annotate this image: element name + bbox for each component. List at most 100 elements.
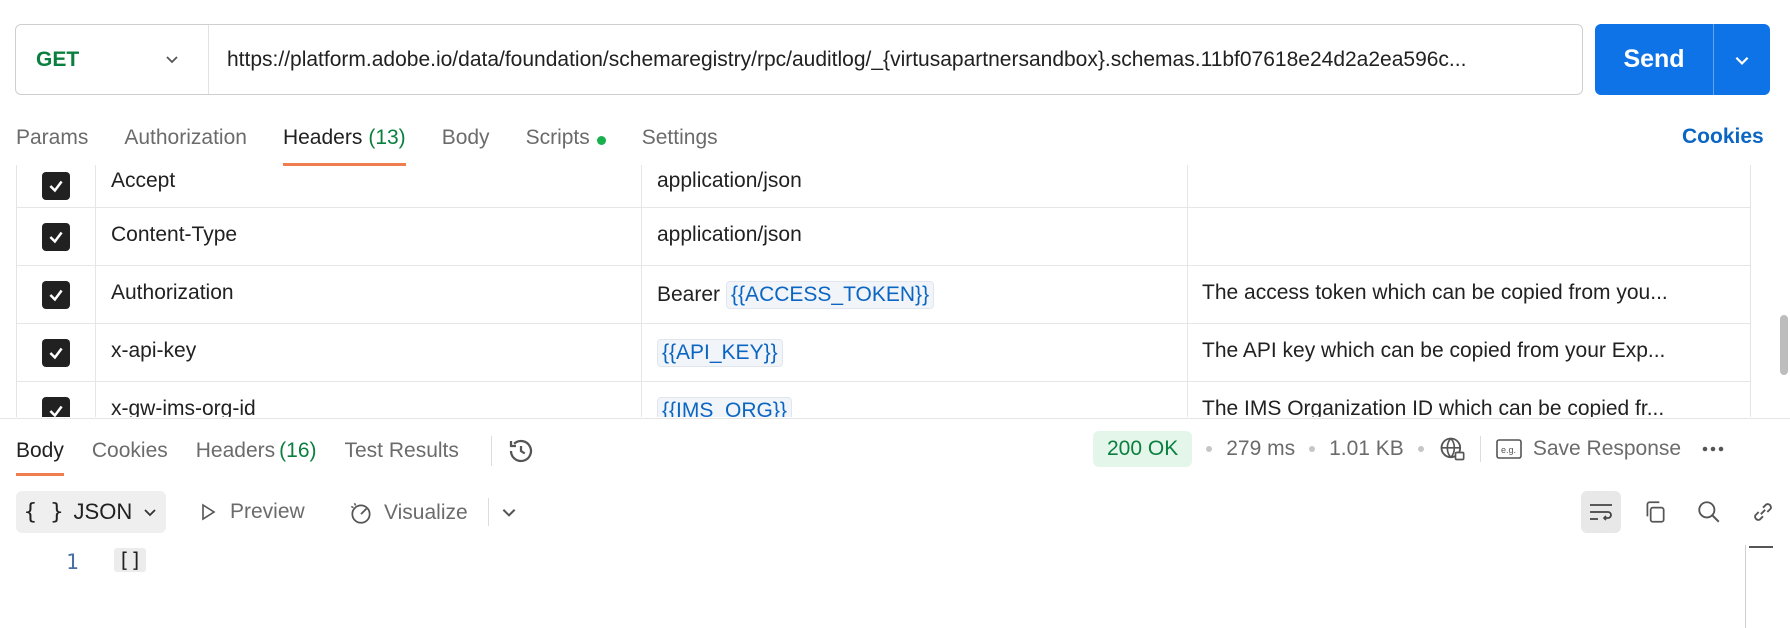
tab-response-cookies[interactable]: Cookies (92, 439, 168, 463)
header-value[interactable]: {{IMS_ORG}} (657, 397, 792, 417)
header-checkbox[interactable] (42, 338, 70, 367)
format-select[interactable]: { } JSON (16, 491, 166, 533)
header-checkbox[interactable] (42, 222, 70, 251)
tab-settings[interactable]: Settings (642, 124, 718, 166)
play-icon (202, 503, 216, 521)
checkbox-cell (17, 382, 96, 417)
cookies-link[interactable]: Cookies (1682, 125, 1764, 149)
table-row: Authorization Bearer {{ACCESS_TOKEN}} The… (17, 266, 1750, 324)
more-options-icon[interactable] (1699, 437, 1727, 461)
separator-dot (1206, 446, 1213, 452)
history-icon[interactable] (490, 436, 536, 466)
checkmark-icon (49, 289, 63, 301)
method-select[interactable]: GET (16, 25, 209, 94)
wrap-lines-button[interactable] (1581, 491, 1621, 533)
send-button[interactable]: Send (1595, 45, 1713, 74)
checkmark-icon (49, 405, 63, 417)
separator-dot (1309, 446, 1316, 452)
column-divider (1187, 382, 1188, 417)
tab-params[interactable]: Params (16, 124, 88, 166)
separator (488, 498, 489, 526)
header-checkbox[interactable] (42, 172, 70, 200)
header-value[interactable]: Bearer {{ACCESS_TOKEN}} (657, 281, 935, 309)
search-button[interactable] (1689, 491, 1729, 533)
tab-label: Params (16, 126, 89, 149)
wrap-lines-icon (1590, 504, 1612, 521)
preview-label: Preview (230, 500, 305, 523)
send-button-group: Send (1595, 24, 1770, 95)
header-description[interactable]: The access token which can be copied fro… (1202, 281, 1722, 305)
header-description[interactable]: The API key which can be copied from you… (1202, 339, 1722, 363)
chevron-down-icon[interactable] (500, 503, 518, 521)
column-divider (641, 382, 642, 417)
save-response-label: Save Response (1532, 437, 1682, 460)
header-checkbox[interactable] (42, 280, 70, 309)
tab-label: Cookies (91, 439, 168, 462)
header-checkbox[interactable] (42, 396, 70, 417)
response-body-code[interactable]: [] (114, 548, 147, 572)
method-label: GET (36, 47, 80, 71)
header-key[interactable]: Accept (111, 169, 175, 193)
editor-scrollbar[interactable] (1745, 545, 1746, 628)
column-divider (1187, 266, 1188, 323)
tab-label: Headers (195, 439, 276, 462)
tab-label: Body (441, 126, 490, 149)
save-response-button[interactable]: e.g. Save Response (1495, 437, 1681, 461)
tab-test-results[interactable]: Test Results (345, 439, 459, 463)
response-headers-count: (16) (279, 439, 317, 462)
chevron-down-icon (144, 509, 156, 517)
svg-text:e.g.: e.g. (1501, 445, 1516, 455)
tab-body[interactable]: Body (442, 124, 490, 166)
column-divider (641, 208, 642, 265)
separator (1479, 436, 1481, 462)
response-time[interactable]: 279 ms (1226, 437, 1295, 461)
checkmark-icon (49, 347, 63, 359)
status-badge[interactable]: 200 OK (1093, 431, 1193, 467)
header-key[interactable]: x-gw-ims-org-id (111, 397, 256, 417)
url-input[interactable]: https://platform.adobe.io/data/foundatio… (209, 48, 1582, 72)
header-value[interactable]: application/json (657, 169, 802, 193)
value-text: Bearer (657, 283, 721, 306)
chevron-down-icon (1735, 56, 1749, 65)
search-icon (1698, 501, 1720, 523)
value-text: application/json (657, 169, 802, 192)
response-toolbar (1581, 491, 1783, 533)
tab-label: Settings (641, 126, 718, 149)
scrollbar-thumb[interactable] (1780, 315, 1788, 375)
variable-token: {{API_KEY}} (657, 339, 783, 367)
copy-button[interactable] (1635, 491, 1675, 533)
visualize-button[interactable]: Visualize (348, 500, 468, 526)
response-size[interactable]: 1.01 KB (1329, 437, 1404, 461)
tab-headers[interactable]: Headers (13) (282, 124, 406, 166)
header-value[interactable]: {{API_KEY}} (657, 339, 783, 367)
column-divider (1187, 165, 1188, 207)
tab-response-body[interactable]: Body (16, 439, 64, 476)
braces-icon: { } (23, 499, 64, 525)
tab-authorization[interactable]: Authorization (124, 124, 247, 166)
example-icon: e.g. (1496, 439, 1522, 459)
chevron-down-icon (166, 56, 178, 64)
preview-button[interactable]: Preview (198, 500, 305, 524)
table-row: x-gw-ims-org-id {{IMS_ORG}} The IMS Orga… (17, 382, 1750, 417)
variable-token: {{ACCESS_TOKEN}} (726, 281, 935, 309)
value-text: application/json (657, 223, 802, 246)
header-key[interactable]: x-api-key (111, 339, 196, 363)
header-key[interactable]: Content-Type (111, 223, 237, 247)
scripts-indicator-dot (596, 136, 606, 145)
network-globe-icon[interactable] (1438, 435, 1466, 463)
checkbox-cell (17, 266, 96, 323)
header-key[interactable]: Authorization (111, 281, 234, 305)
pane-divider[interactable] (0, 418, 1790, 419)
checkmark-icon (49, 180, 63, 193)
checkbox-cell (17, 324, 96, 381)
tab-scripts[interactable]: Scripts (526, 124, 606, 166)
header-description[interactable]: The IMS Organization ID which can be cop… (1202, 397, 1722, 417)
send-options-button[interactable] (1714, 51, 1770, 69)
column-divider (1187, 324, 1188, 381)
tab-response-headers[interactable]: Headers (16) (196, 439, 317, 463)
header-value[interactable]: application/json (657, 223, 802, 247)
response-meta: 200 OK 279 ms 1.01 KB e.g. Save Response (1093, 431, 1727, 467)
tab-label: Test Results (344, 439, 459, 462)
column-divider (641, 165, 642, 207)
link-button[interactable] (1743, 491, 1783, 533)
